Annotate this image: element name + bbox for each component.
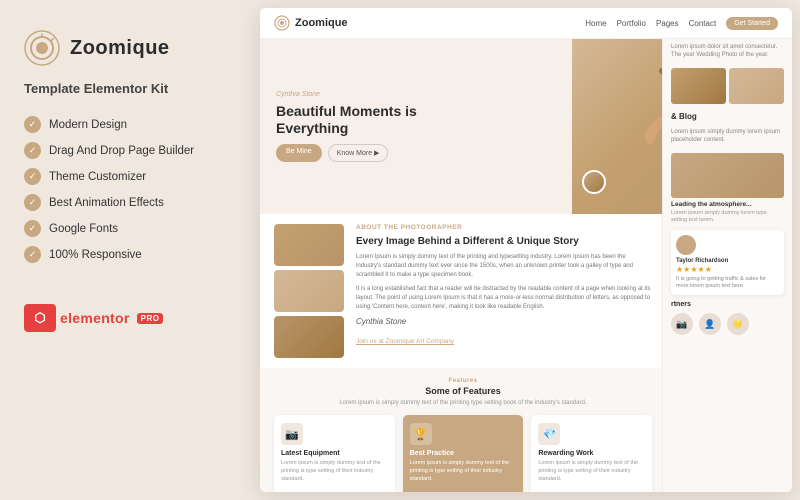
gallery-thumb-1 bbox=[274, 224, 344, 266]
side-blog-item-title: Leading the atmosphere... bbox=[671, 201, 784, 208]
elementor-icon: ⬡ bbox=[24, 304, 56, 332]
side-blog-item: Leading the atmosphere... Lorem ipsum si… bbox=[671, 153, 784, 224]
hero-secondary-button[interactable]: Know More ▶ bbox=[328, 144, 389, 162]
side-photo-2 bbox=[729, 68, 784, 104]
features-cards: 📷 Latest Equipment Lorem ipsum is simply… bbox=[274, 415, 652, 492]
partner-icon-3: 🌟 bbox=[727, 313, 749, 335]
side-photo-grid bbox=[671, 68, 784, 104]
about-text-2: It is a long established fact that a rea… bbox=[356, 285, 652, 312]
nav-links: Home Portfolio Pages Contact Get Started bbox=[585, 17, 778, 30]
side-photo-1 bbox=[671, 68, 726, 104]
about-signature: Cynthia Stone bbox=[356, 317, 652, 326]
gallery-thumb-2 bbox=[274, 270, 344, 312]
feature-label: Google Fonts bbox=[49, 223, 118, 235]
check-icon: ✓ bbox=[24, 168, 41, 185]
side-blog-subtext: Lorem ipsum simply dummy lorem ipsum pla… bbox=[671, 128, 784, 145]
elementor-badge: ⬡ elementor PRO bbox=[24, 304, 236, 332]
hero-buttons: Be Mine Know More ▶ bbox=[276, 144, 424, 162]
partner-icon-2: 👤 bbox=[699, 313, 721, 335]
elementor-text: elementor bbox=[60, 310, 130, 326]
feature-item-google-fonts: ✓ Google Fonts bbox=[24, 220, 236, 237]
logo-icon bbox=[24, 30, 60, 66]
left-panel: Zoomique Template Elementor Kit ✓ Modern… bbox=[0, 0, 260, 500]
avatar-bottom-left bbox=[582, 170, 606, 194]
feature-label: Modern Design bbox=[49, 119, 127, 131]
template-label: Template Elementor Kit bbox=[24, 80, 236, 98]
about-title: Every Image Behind a Different & Unique … bbox=[356, 235, 652, 248]
logo-row: Zoomique bbox=[24, 30, 236, 66]
feature-label: Theme Customizer bbox=[49, 171, 146, 183]
about-content: About The Photographer Every Image Behin… bbox=[356, 224, 652, 358]
feature-item-drag-drop: ✓ Drag And Drop Page Builder bbox=[24, 142, 236, 159]
partner-icon-1: 📷 bbox=[671, 313, 693, 335]
features-subtitle: Lorem ipsum is simply dummy text of the … bbox=[338, 399, 588, 407]
feature-card-text: Lorem ipsum is simply dummy text of the … bbox=[281, 460, 388, 483]
feature-card-equipment: 📷 Latest Equipment Lorem ipsum is simply… bbox=[274, 415, 395, 492]
feature-label: Drag And Drop Page Builder bbox=[49, 145, 194, 157]
partners-row: 📷 👤 🌟 bbox=[671, 313, 784, 335]
side-why-text: Lorem ipsum dolor sit amet consectetur. … bbox=[671, 43, 784, 60]
feature-card-rewarding: 💎 Rewarding Work Lorem ipsum is simply d… bbox=[531, 415, 652, 492]
diamond-icon: 💎 bbox=[538, 423, 560, 445]
partners-title: rtners bbox=[671, 301, 784, 308]
right-panel: Zoomique Home Portfolio Pages Contact Ge… bbox=[260, 8, 792, 492]
feature-label: Best Animation Effects bbox=[49, 197, 164, 209]
navbar: Zoomique Home Portfolio Pages Contact Ge… bbox=[260, 8, 792, 39]
check-icon: ✓ bbox=[24, 220, 41, 237]
side-blog-image bbox=[671, 153, 784, 198]
logo-text: Zoomique bbox=[70, 37, 170, 60]
check-icon: ✓ bbox=[24, 142, 41, 159]
hero-content: Cynthia Stone Beautiful Moments is Every… bbox=[260, 77, 440, 177]
side-blog-item-text: Lorem ipsum simply dummy lorem type sett… bbox=[671, 210, 784, 224]
check-icon: ✓ bbox=[24, 246, 41, 263]
pro-badge: PRO bbox=[137, 313, 164, 324]
nav-link-pages[interactable]: Pages bbox=[656, 19, 679, 28]
feature-card-title: Rewarding Work bbox=[538, 450, 645, 457]
feature-card-text: Lorem ipsum is simply dummy text of the … bbox=[410, 460, 517, 483]
features-overline: Features bbox=[274, 378, 652, 384]
testimonial-text: It is going to getting traffic & sales f… bbox=[676, 276, 779, 290]
nav-link-home[interactable]: Home bbox=[585, 19, 606, 28]
feature-item-responsive: ✓ 100% Responsive bbox=[24, 246, 236, 263]
check-icon: ✓ bbox=[24, 116, 41, 133]
feature-card-title: Latest Equipment bbox=[281, 450, 388, 457]
mockup-right-side: Why People Believe in Photography? Lorem… bbox=[662, 8, 792, 492]
about-link[interactable]: Join us at Zoomique Art Company bbox=[356, 338, 454, 345]
gallery-thumb-3 bbox=[274, 316, 344, 358]
check-icon: ✓ bbox=[24, 194, 41, 211]
camera-icon: 📷 bbox=[281, 423, 303, 445]
nav-logo-text: Zoomique bbox=[295, 17, 348, 29]
nav-link-portfolio[interactable]: Portfolio bbox=[617, 19, 646, 28]
feature-card-practice: 🏆 Best Practice Lorem ipsum is simply du… bbox=[403, 415, 524, 492]
features-title: Some of Features bbox=[274, 386, 652, 396]
nav-cta-button[interactable]: Get Started bbox=[726, 17, 778, 30]
mockup-scroll: Zoomique Home Portfolio Pages Contact Ge… bbox=[260, 8, 792, 492]
gallery-thumbs bbox=[274, 224, 344, 358]
feature-card-text: Lorem ipsum is simply dummy text of the … bbox=[538, 460, 645, 483]
elementor-logo: ⬡ elementor PRO bbox=[24, 304, 163, 332]
features-list: ✓ Modern Design ✓ Drag And Drop Page Bui… bbox=[24, 116, 236, 272]
hero-subtitle: Cynthia Stone bbox=[276, 91, 424, 98]
hero-title: Beautiful Moments is Everything bbox=[276, 103, 424, 137]
nav-logo-icon bbox=[274, 15, 290, 31]
testimonial-avatar bbox=[676, 235, 696, 255]
feature-label: 100% Responsive bbox=[49, 249, 142, 261]
side-testimonial: Taylor Richardson ★★★★★ It is going to g… bbox=[671, 230, 784, 295]
feature-card-title: Best Practice bbox=[410, 450, 517, 457]
nav-logo: Zoomique bbox=[274, 15, 348, 31]
nav-link-contact[interactable]: Contact bbox=[689, 19, 717, 28]
about-text-1: Lorem Ipsum is simply dummy text of the … bbox=[356, 253, 652, 280]
trophy-icon: 🏆 bbox=[410, 423, 432, 445]
testimonial-stars: ★★★★★ bbox=[676, 265, 779, 274]
feature-item-modern-design: ✓ Modern Design bbox=[24, 116, 236, 133]
feature-item-animation: ✓ Best Animation Effects bbox=[24, 194, 236, 211]
testimonial-name: Taylor Richardson bbox=[676, 258, 779, 264]
side-blog-title: & Blog bbox=[671, 112, 784, 122]
feature-item-theme-customizer: ✓ Theme Customizer bbox=[24, 168, 236, 185]
hero-primary-button[interactable]: Be Mine bbox=[276, 144, 322, 162]
about-overline: About The Photographer bbox=[356, 224, 652, 231]
